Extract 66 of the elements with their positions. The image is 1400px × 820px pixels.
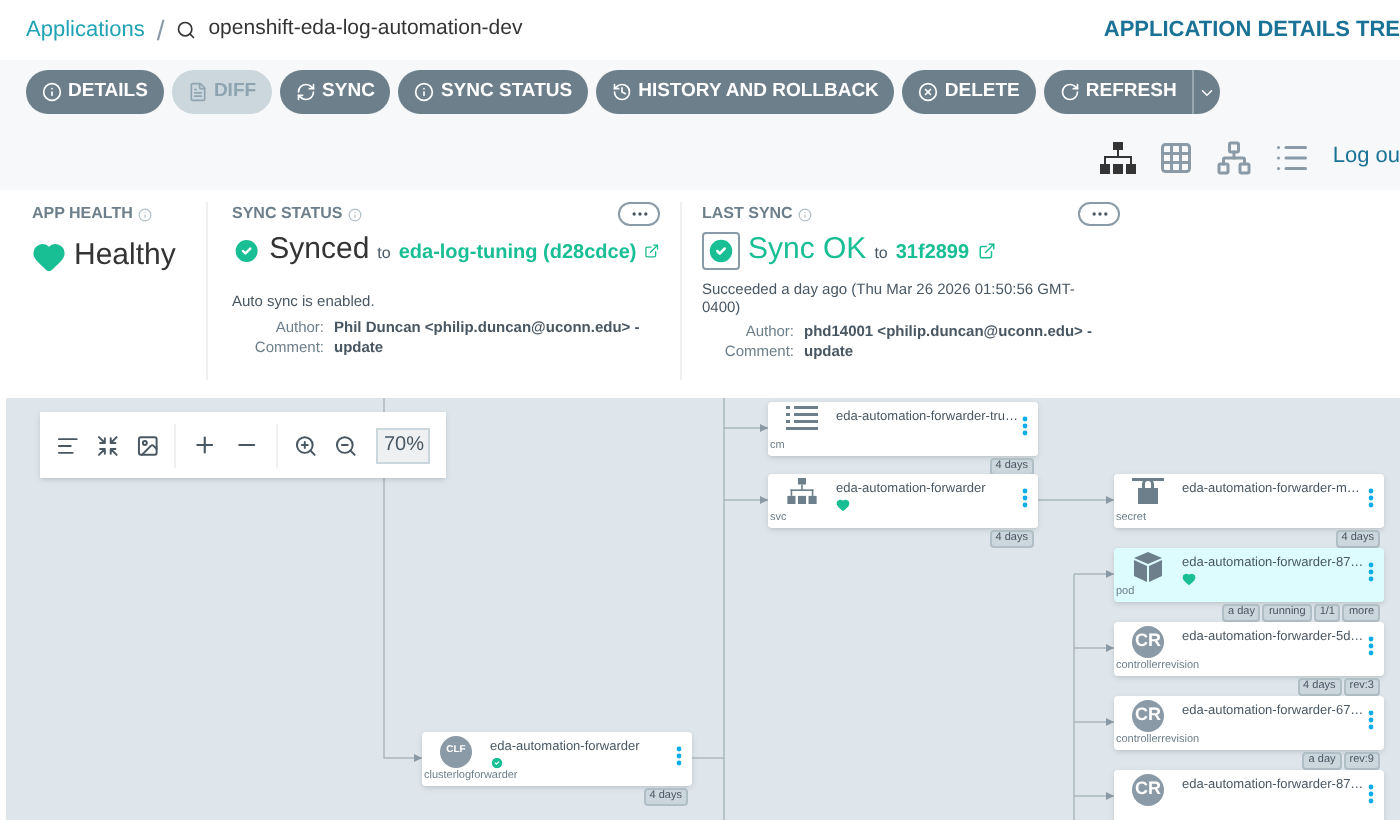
heart-icon	[836, 498, 850, 512]
sync-status: Synced	[269, 230, 370, 270]
heart-icon	[1182, 572, 1196, 586]
dropdown-button[interactable]	[1192, 70, 1221, 114]
plus-icon[interactable]	[192, 432, 219, 458]
logout-link[interactable]: Log ou	[1332, 140, 1400, 174]
info-icon	[798, 207, 813, 221]
kebab-menu-icon[interactable]	[676, 746, 682, 766]
resource-badge: CR	[1132, 774, 1164, 806]
section-title: SYNC STATUS	[232, 202, 343, 226]
toolbar-button[interactable]: DETAILS	[26, 70, 164, 114]
lock-icon	[1132, 478, 1164, 506]
health-status: Healthy	[74, 236, 176, 276]
kebab-menu-icon[interactable]	[1368, 636, 1374, 656]
cube-icon	[1134, 552, 1162, 582]
to-label: to	[377, 241, 391, 266]
breadcrumb-separator: /	[156, 11, 165, 49]
toolbar-button[interactable]: REFRESH	[1043, 70, 1193, 114]
toolbar-button[interactable]: DELETE	[902, 70, 1036, 114]
heart-icon	[32, 239, 66, 274]
kebab-menu-icon[interactable]	[1368, 710, 1374, 730]
check-icon	[702, 231, 740, 270]
button-icon	[187, 82, 208, 102]
external-link-icon[interactable]	[644, 241, 660, 260]
button-icon	[42, 82, 62, 102]
kebab-menu-icon[interactable]	[1022, 488, 1028, 508]
section-title: APP HEALTH	[32, 202, 133, 226]
info-icon	[138, 207, 153, 221]
more-button[interactable]	[1078, 202, 1120, 226]
zoom-in-icon[interactable]	[293, 433, 318, 457]
last-sync-status: Sync OK	[748, 230, 867, 270]
section-title: LAST SYNC	[702, 202, 793, 226]
check-circle-icon	[490, 756, 504, 770]
hierarchy-icon[interactable]	[1100, 141, 1137, 173]
grid-icon[interactable]	[1158, 139, 1195, 175]
connector-line	[1035, 496, 1115, 504]
hierarchy-icon	[786, 478, 818, 504]
more-button[interactable]	[618, 202, 660, 226]
list-icon	[786, 406, 818, 430]
page-title: APPLICATION DETAILS TRE	[1103, 15, 1400, 46]
zoom-out-icon[interactable]	[333, 433, 357, 457]
button-icon	[612, 82, 633, 102]
kebab-menu-icon[interactable]	[1368, 784, 1374, 804]
search-icon	[176, 20, 197, 40]
info-icon	[348, 207, 363, 221]
toolbar-button[interactable]: SYNC STATUS	[398, 70, 589, 114]
collapse-icon[interactable]	[95, 433, 120, 457]
kebab-menu-icon[interactable]	[1368, 488, 1374, 508]
fit-image-icon[interactable]	[135, 433, 159, 457]
button-icon	[414, 82, 435, 102]
button-icon	[1059, 82, 1080, 102]
zoom-level-field[interactable]: 70%	[376, 427, 430, 463]
resource-badge: CR	[1132, 700, 1164, 732]
toolbar-button[interactable]: HISTORY AND ROLLBACK	[596, 70, 895, 114]
kebab-menu-icon[interactable]	[1368, 562, 1374, 582]
to-label: to	[874, 241, 888, 266]
breadcrumb-link[interactable]: Applications	[26, 13, 145, 47]
button-icon	[918, 82, 939, 102]
network-icon[interactable]	[1216, 139, 1253, 175]
external-link-icon[interactable]	[977, 241, 996, 260]
kebab-menu-icon[interactable]	[1022, 416, 1028, 436]
button-icon	[296, 82, 317, 102]
align-left-icon[interactable]	[56, 433, 80, 457]
toolbar-button[interactable]: SYNC	[280, 70, 391, 114]
application-name: openshift-eda-log-automation-dev	[208, 14, 523, 45]
resource-badge: CR	[1132, 626, 1164, 658]
